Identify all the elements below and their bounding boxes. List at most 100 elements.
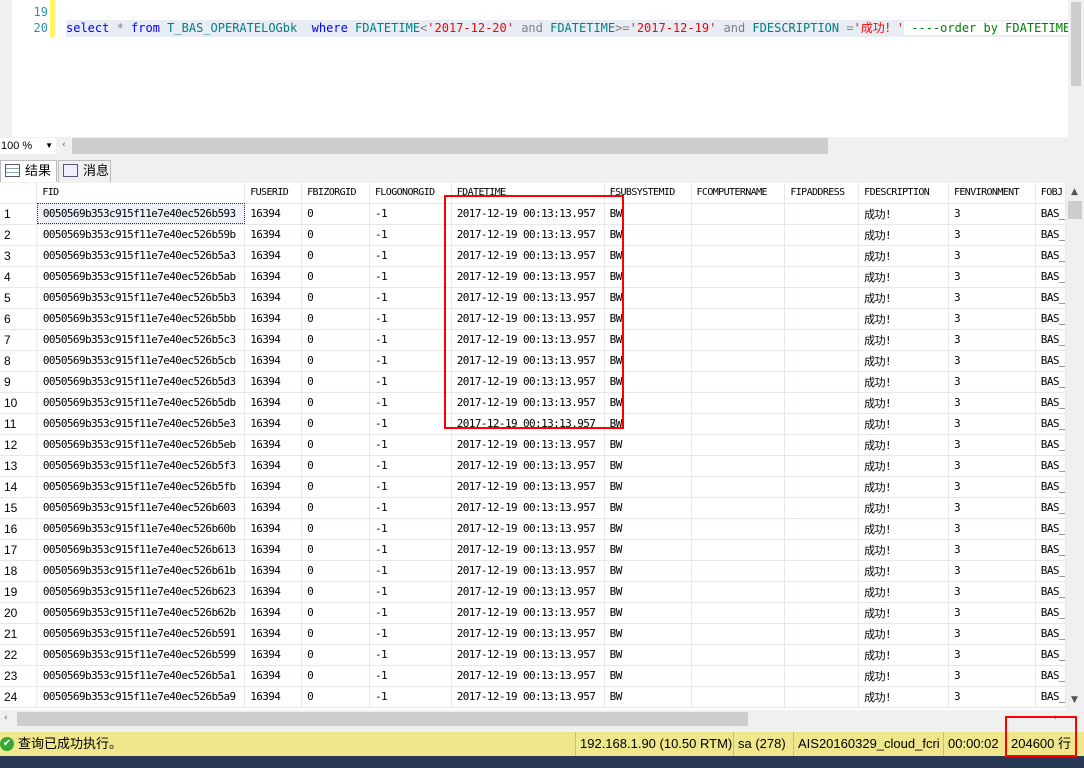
cell-fid[interactable]: 0050569b353c915f11e7e40ec526b60b xyxy=(36,518,246,540)
cell-fdatetime[interactable]: 2017-12-19 00:13:13.957 xyxy=(451,350,605,372)
cell-fid[interactable]: 0050569b353c915f11e7e40ec526b5fb xyxy=(36,476,246,498)
cell-fobj[interactable]: BAS_ xyxy=(1035,392,1066,414)
cell-fid[interactable]: 0050569b353c915f11e7e40ec526b5db xyxy=(36,392,246,414)
table-row[interactable]: 19 0050569b353c915f11e7e40ec526b623 16394 0… xyxy=(0,581,1066,603)
cell-fid[interactable]: 0050569b353c915f11e7e40ec526b5ab xyxy=(36,266,246,288)
row-number[interactable]: 22 xyxy=(0,644,38,666)
cell-fdescription[interactable]: 成功! xyxy=(858,476,949,498)
cell-fipaddress[interactable] xyxy=(784,644,860,666)
cell-fcomputername[interactable] xyxy=(691,350,786,372)
cell-fdescription[interactable]: 成功! xyxy=(858,350,949,372)
cell-fid[interactable]: 0050569b353c915f11e7e40ec526b591 xyxy=(36,623,246,645)
cell-fenvironment[interactable]: 3 xyxy=(948,371,1036,393)
cell-fdatetime[interactable]: 2017-12-19 00:13:13.957 xyxy=(451,392,605,414)
zoom-select[interactable]: 100 % ▼ xyxy=(0,138,56,154)
cell-fdescription[interactable]: 成功! xyxy=(858,371,949,393)
table-row[interactable]: 10 0050569b353c915f11e7e40ec526b5db 16394 0… xyxy=(0,392,1066,414)
cell-fenvironment[interactable]: 3 xyxy=(948,623,1036,645)
row-number[interactable]: 1 xyxy=(0,203,38,225)
cell-flogonorgid[interactable]: -1 xyxy=(369,434,452,456)
cell-fuserid[interactable]: 16394 xyxy=(244,581,303,603)
cell-fobj[interactable]: BAS_ xyxy=(1035,266,1066,288)
cell-fsubsystemid[interactable]: BW xyxy=(604,581,692,603)
cell-fcomputername[interactable] xyxy=(691,581,786,603)
cell-fsubsystemid[interactable]: BW xyxy=(604,224,692,246)
editor-vertical-scrollbar[interactable] xyxy=(1068,0,1084,137)
cell-fdescription[interactable]: 成功! xyxy=(858,392,949,414)
cell-flogonorgid[interactable]: -1 xyxy=(369,602,452,624)
cell-fipaddress[interactable] xyxy=(784,245,860,267)
cell-fuserid[interactable]: 16394 xyxy=(244,308,303,330)
cell-fdescription[interactable]: 成功! xyxy=(858,602,949,624)
cell-fuserid[interactable]: 16394 xyxy=(244,329,303,351)
cell-fid[interactable]: 0050569b353c915f11e7e40ec526b5a3 xyxy=(36,245,246,267)
cell-fcomputername[interactable] xyxy=(691,497,786,519)
cell-fid[interactable]: 0050569b353c915f11e7e40ec526b61b xyxy=(36,560,246,582)
cell-fbizorgid[interactable]: 0 xyxy=(301,686,370,708)
cell-fsubsystemid[interactable]: BW xyxy=(604,644,692,666)
cell-fsubsystemid[interactable]: BW xyxy=(604,686,692,708)
row-number[interactable]: 8 xyxy=(0,350,38,372)
cell-flogonorgid[interactable]: -1 xyxy=(369,392,452,414)
cell-fipaddress[interactable] xyxy=(784,518,860,540)
cell-fdatetime[interactable]: 2017-12-19 00:13:13.957 xyxy=(451,224,605,246)
cell-fcomputername[interactable] xyxy=(691,329,786,351)
cell-fdatetime[interactable]: 2017-12-19 00:13:13.957 xyxy=(451,245,605,267)
table-row[interactable]: 23 0050569b353c915f11e7e40ec526b5a1 16394 0… xyxy=(0,665,1066,687)
cell-fobj[interactable]: BAS_ xyxy=(1035,455,1066,477)
cell-fobj[interactable]: BAS_ xyxy=(1035,434,1066,456)
cell-fdatetime[interactable]: 2017-12-19 00:13:13.957 xyxy=(451,581,605,603)
cell-fid[interactable]: 0050569b353c915f11e7e40ec526b5bb xyxy=(36,308,246,330)
cell-fbizorgid[interactable]: 0 xyxy=(301,602,370,624)
table-row[interactable]: 24 0050569b353c915f11e7e40ec526b5a9 16394 0… xyxy=(0,686,1066,708)
cell-fuserid[interactable]: 16394 xyxy=(244,224,303,246)
cell-fenvironment[interactable]: 3 xyxy=(948,350,1036,372)
row-number[interactable]: 19 xyxy=(0,581,38,603)
cell-fuserid[interactable]: 16394 xyxy=(244,245,303,267)
row-number[interactable]: 6 xyxy=(0,308,38,330)
cell-fsubsystemid[interactable]: BW xyxy=(604,665,692,687)
cell-fdescription[interactable]: 成功! xyxy=(858,245,949,267)
cell-fuserid[interactable]: 16394 xyxy=(244,287,303,309)
cell-fipaddress[interactable] xyxy=(784,560,860,582)
cell-fipaddress[interactable] xyxy=(784,539,860,561)
cell-flogonorgid[interactable]: -1 xyxy=(369,665,452,687)
cell-fenvironment[interactable]: 3 xyxy=(948,308,1036,330)
cell-fenvironment[interactable]: 3 xyxy=(948,665,1036,687)
table-row[interactable]: 15 0050569b353c915f11e7e40ec526b603 16394 0… xyxy=(0,497,1066,519)
cell-fipaddress[interactable] xyxy=(784,287,860,309)
row-number[interactable]: 11 xyxy=(0,413,38,435)
column-header[interactable]: FBIZORGID xyxy=(301,183,370,204)
cell-fipaddress[interactable] xyxy=(784,686,860,708)
cell-fipaddress[interactable] xyxy=(784,329,860,351)
cell-fdatetime[interactable]: 2017-12-19 00:13:13.957 xyxy=(451,455,605,477)
cell-flogonorgid[interactable]: -1 xyxy=(369,539,452,561)
cell-fuserid[interactable]: 16394 xyxy=(244,602,303,624)
cell-fuserid[interactable]: 16394 xyxy=(244,518,303,540)
cell-fobj[interactable]: BAS_ xyxy=(1035,350,1066,372)
cell-fobj[interactable]: BAS_ xyxy=(1035,581,1066,603)
table-row[interactable]: 6 0050569b353c915f11e7e40ec526b5bb 16394 0-… xyxy=(0,308,1066,330)
cell-fdatetime[interactable]: 2017-12-19 00:13:13.957 xyxy=(451,308,605,330)
cell-fdatetime[interactable]: 2017-12-19 00:13:13.957 xyxy=(451,518,605,540)
cell-fcomputername[interactable] xyxy=(691,308,786,330)
cell-fuserid[interactable]: 16394 xyxy=(244,539,303,561)
scroll-down-icon[interactable]: ▼ xyxy=(1071,695,1078,705)
cell-fobj[interactable]: BAS_ xyxy=(1035,644,1066,666)
cell-fipaddress[interactable] xyxy=(784,434,860,456)
cell-fdatetime[interactable]: 2017-12-19 00:13:13.957 xyxy=(451,665,605,687)
cell-fipaddress[interactable] xyxy=(784,623,860,645)
cell-fuserid[interactable]: 16394 xyxy=(244,350,303,372)
cell-fuserid[interactable]: 16394 xyxy=(244,434,303,456)
scroll-thumb[interactable] xyxy=(1068,201,1082,219)
cell-fuserid[interactable]: 16394 xyxy=(244,371,303,393)
cell-fcomputername[interactable] xyxy=(691,455,786,477)
cell-fbizorgid[interactable]: 0 xyxy=(301,581,370,603)
cell-fobj[interactable]: BAS_ xyxy=(1035,476,1066,498)
cell-fobj[interactable]: BAS_ xyxy=(1035,287,1066,309)
cell-fobj[interactable]: BAS_ xyxy=(1035,665,1066,687)
cell-fuserid[interactable]: 16394 xyxy=(244,665,303,687)
cell-flogonorgid[interactable]: -1 xyxy=(369,476,452,498)
cell-fuserid[interactable]: 16394 xyxy=(244,413,303,435)
table-row[interactable]: 16 0050569b353c915f11e7e40ec526b60b 16394 0… xyxy=(0,518,1066,540)
